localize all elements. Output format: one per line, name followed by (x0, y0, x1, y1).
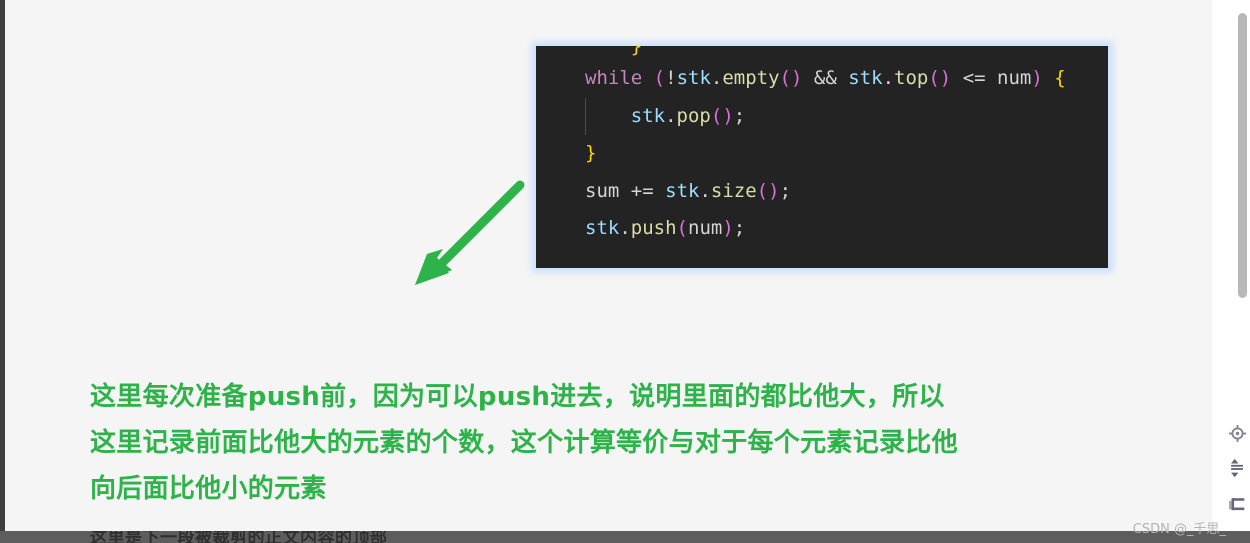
code-token: while (585, 67, 643, 89)
csdn-watermark: CSDN @_千思_ (1132, 522, 1226, 537)
code-token: . (619, 217, 631, 239)
browser-viewport: } while (!stk.empty() && stk.top() <= num… (0, 0, 1250, 543)
code-line: } (536, 46, 1108, 60)
bottom-cropped-band: 这里是下一段被裁剪的正文内容的顶部 (0, 531, 1250, 543)
code-token: sum (585, 179, 620, 202)
code-line: sum += stk.size(); (536, 173, 1108, 211)
code-token: ( (653, 67, 666, 89)
code-token: ; (733, 104, 746, 127)
code-token: . (710, 67, 723, 89)
annotation-line: 这里每次准备push前，因为可以push进去，说明里面的都比他大，所以 (90, 382, 945, 412)
code-token: ; (733, 217, 746, 239)
code-token: . (699, 179, 711, 202)
code-token: . (665, 104, 677, 127)
code-token: stk (676, 67, 711, 89)
code-token: pop (676, 104, 711, 127)
code-token: ; (779, 179, 792, 202)
code-token: size (710, 179, 757, 202)
code-token: += (630, 179, 654, 202)
code-token: ) (722, 217, 734, 239)
code-token: ! (665, 67, 677, 89)
code-line: stk.push(num); (536, 210, 1108, 248)
crosshair-icon[interactable] (1226, 415, 1248, 451)
code-token: stk (630, 104, 666, 127)
annotation-line: 这里记录前面比他大的元素的个数，这个计算等价与对于每个元素记录比他 (90, 428, 958, 458)
code-token: () (779, 67, 803, 89)
code-token: } (585, 142, 597, 164)
window-icon[interactable] (1226, 487, 1248, 523)
code-token: stk (848, 67, 883, 89)
code-line: } (536, 135, 1108, 173)
code-token: stk (585, 217, 620, 239)
code-token: { (1054, 67, 1066, 89)
green-arrow-icon (415, 180, 525, 285)
page-scrollbar-thumb[interactable] (1238, 13, 1247, 298)
code-block[interactable]: } while (!stk.empty() && stk.top() <= num… (536, 46, 1108, 268)
code-token: () (710, 104, 734, 127)
code-token: push (630, 217, 677, 239)
code-token: empty (722, 67, 780, 89)
code-token: ) (1031, 67, 1043, 89)
bottom-partial-text: 这里是下一段被裁剪的正文内容的顶部 (90, 531, 388, 543)
code-token: } (585, 46, 643, 57)
code-token: . (882, 67, 895, 89)
sort-updown-icon[interactable] (1226, 451, 1248, 487)
code-token: top (894, 67, 929, 89)
indent-guide (585, 97, 586, 135)
code-line: stk.pop(); (536, 97, 1108, 135)
floating-side-toolbar (1226, 415, 1248, 523)
code-token: <= (962, 67, 986, 89)
code-line: while (!stk.empty() && stk.top() <= num)… (536, 60, 1108, 98)
green-annotation-text: 这里每次准备push前，因为可以push进去，说明里面的都比他大，所以 这里记录前… (90, 374, 1165, 512)
code-token: num (688, 217, 723, 239)
code-token: () (756, 179, 780, 202)
code-token: () (928, 67, 952, 89)
code-token: num (997, 67, 1032, 89)
code-token: stk (665, 179, 700, 202)
annotation-line: 向后面比他小的元素 (90, 474, 327, 504)
code-token: && (813, 67, 837, 89)
code-token: ( (676, 217, 688, 239)
